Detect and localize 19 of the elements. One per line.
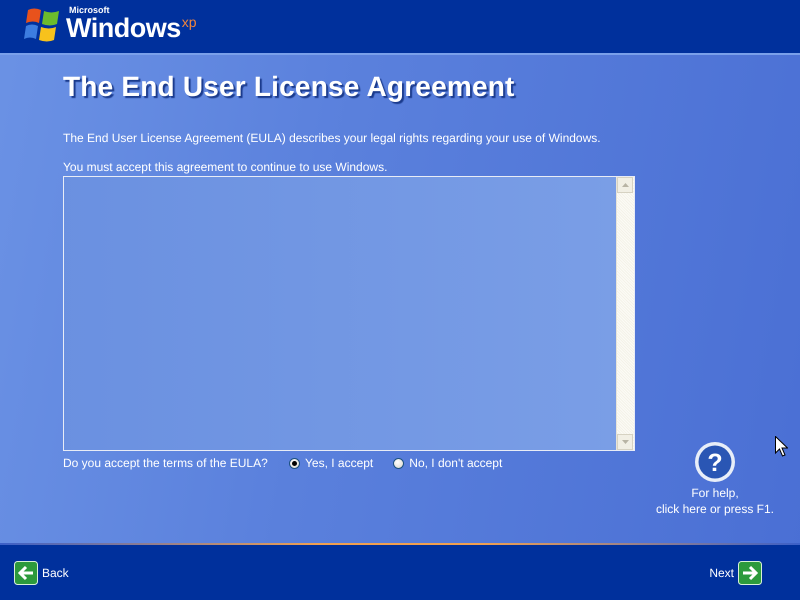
radio-label[interactable]: No, I don't accept <box>409 456 502 470</box>
agreement-text-box[interactable] <box>63 176 635 451</box>
help-text[interactable]: For help, <box>691 485 739 501</box>
question-text: Do you accept the terms of the EULA? <box>63 456 269 470</box>
description-text: The End User License Agreement (EULA) describes your legal rights regarding your use of Windows. <box>63 131 602 145</box>
help-icon[interactable]: ? <box>694 441 736 483</box>
logo-edition: xp <box>182 15 197 29</box>
radio-button[interactable] <box>289 458 300 468</box>
page-title: The End User License Agreement <box>63 71 516 104</box>
next-button[interactable]: Next <box>709 560 762 584</box>
logo-product: Windows <box>66 15 181 42</box>
mouse-pointer-icon <box>775 436 788 457</box>
radio-button[interactable] <box>393 458 404 468</box>
back-button[interactable]: Back <box>14 560 69 584</box>
radio-label[interactable]: Yes, I accept <box>305 456 374 470</box>
logo-maker: Microsoft <box>69 6 110 15</box>
instruction-text: You must accept this agreement to continue to use Windows. <box>63 160 388 174</box>
help-text[interactable]: click here or press F1. <box>656 501 774 517</box>
windows-flag-icon <box>24 6 62 42</box>
